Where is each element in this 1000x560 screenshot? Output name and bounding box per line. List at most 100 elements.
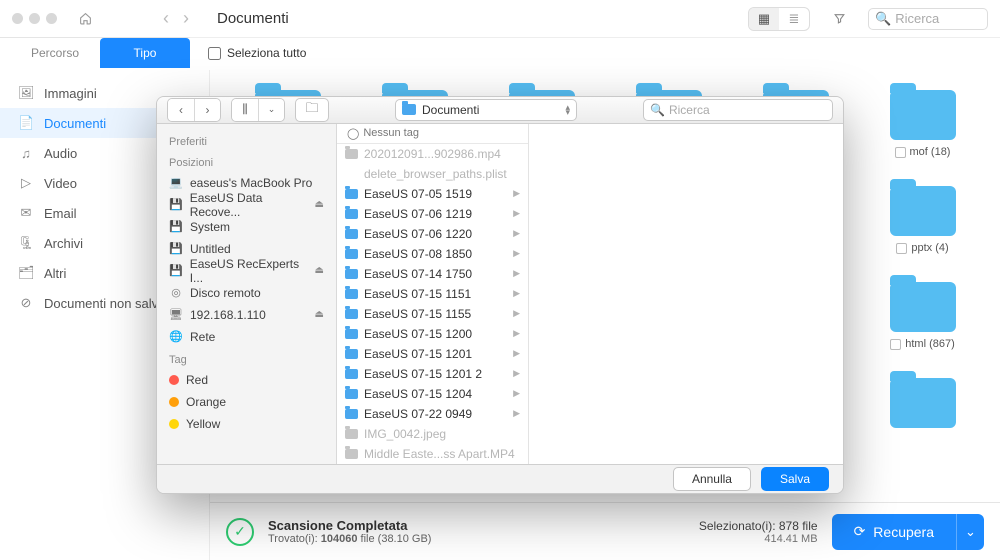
dialog-search-input[interactable]: 🔍 Ricerca bbox=[643, 99, 833, 121]
tag-item[interactable]: Orange bbox=[157, 391, 336, 413]
folder-checkbox[interactable] bbox=[896, 243, 907, 254]
grid-folder[interactable]: pptx (4) bbox=[869, 186, 976, 254]
chevron-right-icon: ▶ bbox=[513, 388, 520, 399]
columns-view-icon[interactable]: ⫼ bbox=[232, 99, 258, 121]
folder-icon bbox=[890, 378, 956, 428]
folder-icon bbox=[890, 90, 956, 140]
back-icon[interactable]: ‹ bbox=[168, 99, 194, 121]
view-group: ⫼ ⌄ bbox=[231, 98, 285, 122]
max-dot[interactable] bbox=[46, 13, 57, 24]
column-header: Nessun tag bbox=[363, 127, 419, 139]
nav-group: ‹ › bbox=[167, 98, 221, 122]
folder-icon bbox=[345, 229, 358, 239]
fwd-icon[interactable]: › bbox=[194, 99, 220, 121]
file-row[interactable]: EaseUS 07-15 1200▶ bbox=[337, 324, 528, 344]
fwd-icon[interactable]: › bbox=[183, 8, 189, 29]
recover-dropdown[interactable]: ⌄ bbox=[956, 514, 984, 550]
location-item[interactable]: ◎Disco remoto bbox=[157, 282, 336, 304]
check-icon: ✓ bbox=[226, 518, 254, 546]
folder-icon bbox=[345, 269, 358, 279]
eject-icon[interactable]: ⏏ bbox=[315, 309, 324, 320]
file-row[interactable]: EaseUS 07-05 1519▶ bbox=[337, 184, 528, 204]
location-item[interactable]: 🌐Rete bbox=[157, 326, 336, 348]
chevron-right-icon: ▶ bbox=[513, 348, 520, 359]
tag-item[interactable]: Red bbox=[157, 369, 336, 391]
chevron-right-icon: ▶ bbox=[513, 308, 520, 319]
location-item[interactable]: 💾EaseUS RecExperts I...⏏ bbox=[157, 260, 336, 282]
folder-icon bbox=[345, 349, 358, 359]
tag-dot-icon bbox=[169, 419, 179, 429]
file-row[interactable]: EaseUS 07-08 1850▶ bbox=[337, 244, 528, 264]
back-icon[interactable]: ‹ bbox=[163, 8, 169, 29]
home-icon[interactable] bbox=[75, 9, 95, 29]
file-row[interactable]: EaseUS 07-15 1151▶ bbox=[337, 284, 528, 304]
view-chev-icon[interactable]: ⌄ bbox=[258, 99, 284, 121]
search-icon: 🔍 bbox=[650, 103, 665, 117]
tab-percorso[interactable]: Percorso bbox=[10, 38, 100, 68]
select-all[interactable]: Seleziona tutto bbox=[190, 37, 1000, 68]
save-button[interactable]: Salva bbox=[761, 467, 829, 491]
nav-arrows: ‹ › bbox=[163, 8, 189, 29]
grid-folder[interactable] bbox=[869, 378, 976, 434]
file-row[interactable]: EaseUS 07-15 1201 2▶ bbox=[337, 364, 528, 384]
select-all-label: Seleziona tutto bbox=[227, 46, 306, 60]
scan-title: Scansione Completata bbox=[268, 518, 431, 533]
path-title: Documenti bbox=[217, 10, 289, 27]
file-row[interactable]: EaseUS 07-06 1220▶ bbox=[337, 224, 528, 244]
drive-icon: 🌐 bbox=[169, 330, 183, 343]
file-list: ◯Nessun tag 202012091...902986.mp4delete… bbox=[337, 124, 529, 464]
grid-folder[interactable]: mof (18) bbox=[869, 90, 976, 158]
drive-icon: ◎ bbox=[169, 286, 183, 299]
drive-icon: 💾 bbox=[169, 220, 183, 233]
dialog-toolbar: ‹ › ⫼ ⌄ 🗀 Documenti ▴▾ 🔍 Ricerca bbox=[157, 97, 843, 124]
select-all-checkbox[interactable] bbox=[208, 47, 221, 60]
folder-checkbox[interactable] bbox=[890, 339, 901, 350]
folder-icon bbox=[402, 104, 416, 115]
eject-icon[interactable]: ⏏ bbox=[315, 199, 324, 210]
file-row[interactable]: EaseUS 07-22 0949▶ bbox=[337, 404, 528, 424]
file-row[interactable]: EaseUS 07-15 1201▶ bbox=[337, 344, 528, 364]
search-input[interactable]: 🔍 Ricerca bbox=[868, 8, 988, 30]
file-row[interactable]: EaseUS 07-15 1204▶ bbox=[337, 384, 528, 404]
location-item[interactable]: 💾System bbox=[157, 216, 336, 238]
audio-icon: ♫ bbox=[18, 146, 34, 161]
preview-pane bbox=[529, 124, 843, 464]
altri-icon: 🗂 bbox=[18, 265, 34, 281]
folder-icon bbox=[890, 186, 956, 236]
folder-icon bbox=[345, 389, 358, 399]
close-dot[interactable] bbox=[12, 13, 23, 24]
view-toggle: ▦ ≣ bbox=[748, 7, 810, 31]
grid-view-icon[interactable]: ▦ bbox=[749, 8, 779, 30]
folder-checkbox[interactable] bbox=[895, 147, 906, 158]
eject-icon[interactable]: ⏏ bbox=[315, 265, 324, 276]
filter-icon[interactable] bbox=[826, 8, 852, 30]
archivi-icon: 🗜 bbox=[18, 235, 34, 251]
scan-found: Trovato(i): 104060 file (38.10 GB) bbox=[268, 533, 431, 545]
file-row[interactable]: Middle Easte...ss Apart.MP4 bbox=[337, 444, 528, 464]
file-row[interactable]: EaseUS 07-14 1750▶ bbox=[337, 264, 528, 284]
recover-button[interactable]: ⟳Recupera ⌄ bbox=[832, 514, 984, 550]
chevron-right-icon: ▶ bbox=[513, 268, 520, 279]
tag-item[interactable]: Yellow bbox=[157, 413, 336, 435]
folder-icon bbox=[345, 449, 358, 459]
window-controls bbox=[12, 13, 57, 24]
file-row[interactable]: 202012091...902986.mp4 bbox=[337, 144, 528, 164]
file-row[interactable]: EaseUS 07-15 1155▶ bbox=[337, 304, 528, 324]
grid-folder[interactable]: html (867) bbox=[869, 282, 976, 350]
min-dot[interactable] bbox=[29, 13, 40, 24]
drive-icon: 💻 bbox=[169, 176, 183, 189]
file-row[interactable]: EaseUS 07-06 1219▶ bbox=[337, 204, 528, 224]
file-row[interactable]: IMG_0042.jpeg bbox=[337, 424, 528, 444]
folder-button[interactable]: 🗀 bbox=[295, 98, 329, 122]
search-icon: 🔍 bbox=[875, 11, 891, 27]
tab-tipo[interactable]: Tipo bbox=[100, 38, 190, 68]
folder-icon bbox=[345, 289, 358, 299]
location-dropdown[interactable]: Documenti ▴▾ bbox=[395, 99, 577, 121]
cancel-button[interactable]: Annulla bbox=[673, 467, 751, 491]
list-view-icon[interactable]: ≣ bbox=[779, 8, 809, 30]
location-item[interactable]: 💾EaseUS Data Recove...⏏ bbox=[157, 194, 336, 216]
file-row[interactable]: delete_browser_paths.plist bbox=[337, 164, 528, 184]
location-label: Documenti bbox=[422, 103, 479, 117]
chevron-right-icon: ▶ bbox=[513, 188, 520, 199]
location-item[interactable]: 🖥192.168.1.110⏏ bbox=[157, 304, 336, 326]
